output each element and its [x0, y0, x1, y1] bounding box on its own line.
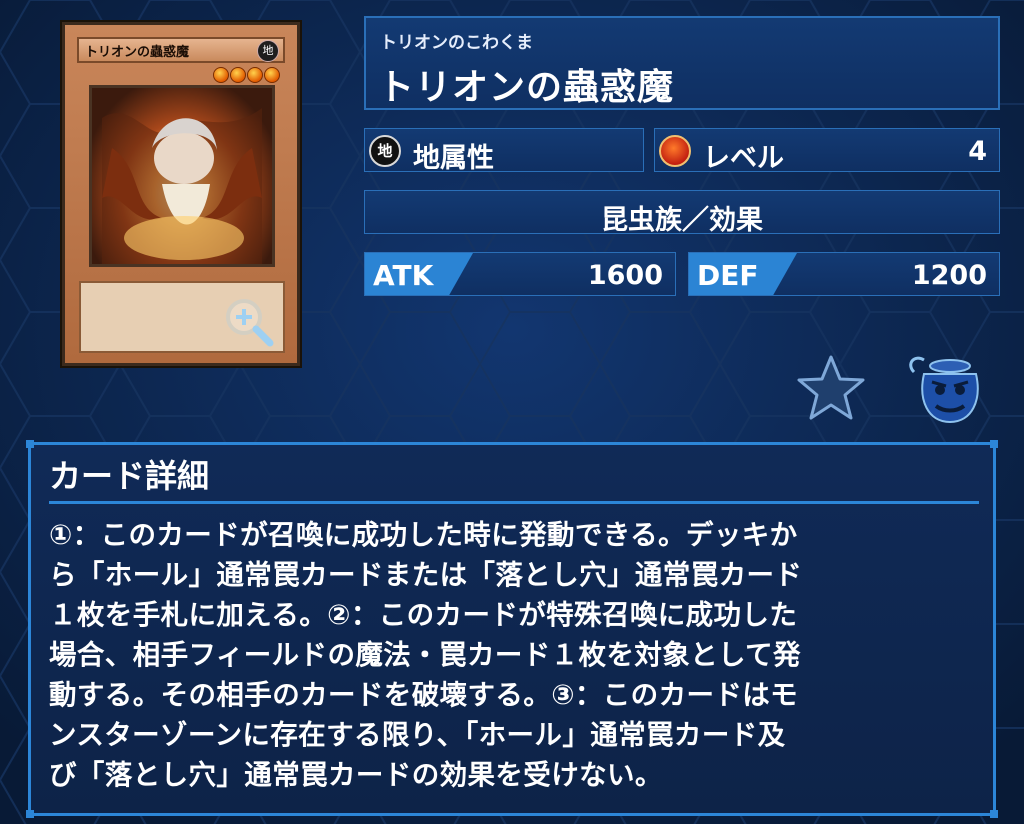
type-row: 昆虫族／効果: [364, 190, 1000, 236]
card-name-ruby: トリオンのこわくま: [380, 33, 533, 53]
card-effect-text: ①：このカードが召喚に成功した時に発動できる。デッキか ら「ホール」通常罠カード…: [49, 519, 803, 791]
card-level-stars: [213, 67, 283, 83]
detail-divider: [49, 501, 979, 504]
card-artwork: [89, 85, 275, 267]
level-row: レベル 4: [654, 128, 1000, 174]
pot-of-greed-icon[interactable]: [902, 350, 988, 426]
card-name: トリオンの蟲惑魔: [378, 67, 675, 108]
atk-row: ATK 1600: [364, 252, 676, 296]
card-attribute-icon: 地: [257, 40, 279, 62]
atk-label: ATK: [373, 259, 434, 292]
card-name-bar: トリオンの蟲惑魔 地: [77, 37, 285, 63]
def-row: DEF 1200: [688, 252, 1000, 296]
def-label: DEF: [697, 259, 759, 292]
level-star-icon: [659, 135, 691, 167]
attribute-label: 地属性: [413, 143, 494, 174]
favorite-star-icon[interactable]: [796, 354, 866, 422]
level-label: レベル: [703, 143, 784, 174]
detail-title: カード詳細: [49, 457, 210, 495]
level-value: 4: [968, 136, 987, 167]
zoom-in-icon[interactable]: [222, 295, 278, 351]
card-name-panel: トリオンのこわくま トリオンの蟲惑魔: [364, 16, 1000, 110]
monster-type: 昆虫族／効果: [601, 205, 763, 236]
attribute-row: 地 地属性: [364, 128, 644, 174]
atk-value: 1600: [587, 260, 663, 291]
card-detail-panel: カード詳細 ①：このカードが召喚に成功した時に発動できる。デッキか ら「ホール」…: [26, 440, 998, 818]
def-value: 1200: [911, 260, 987, 291]
earth-attribute-icon: 地: [369, 135, 401, 167]
card-image-name: トリオンの蟲惑魔: [85, 45, 190, 60]
